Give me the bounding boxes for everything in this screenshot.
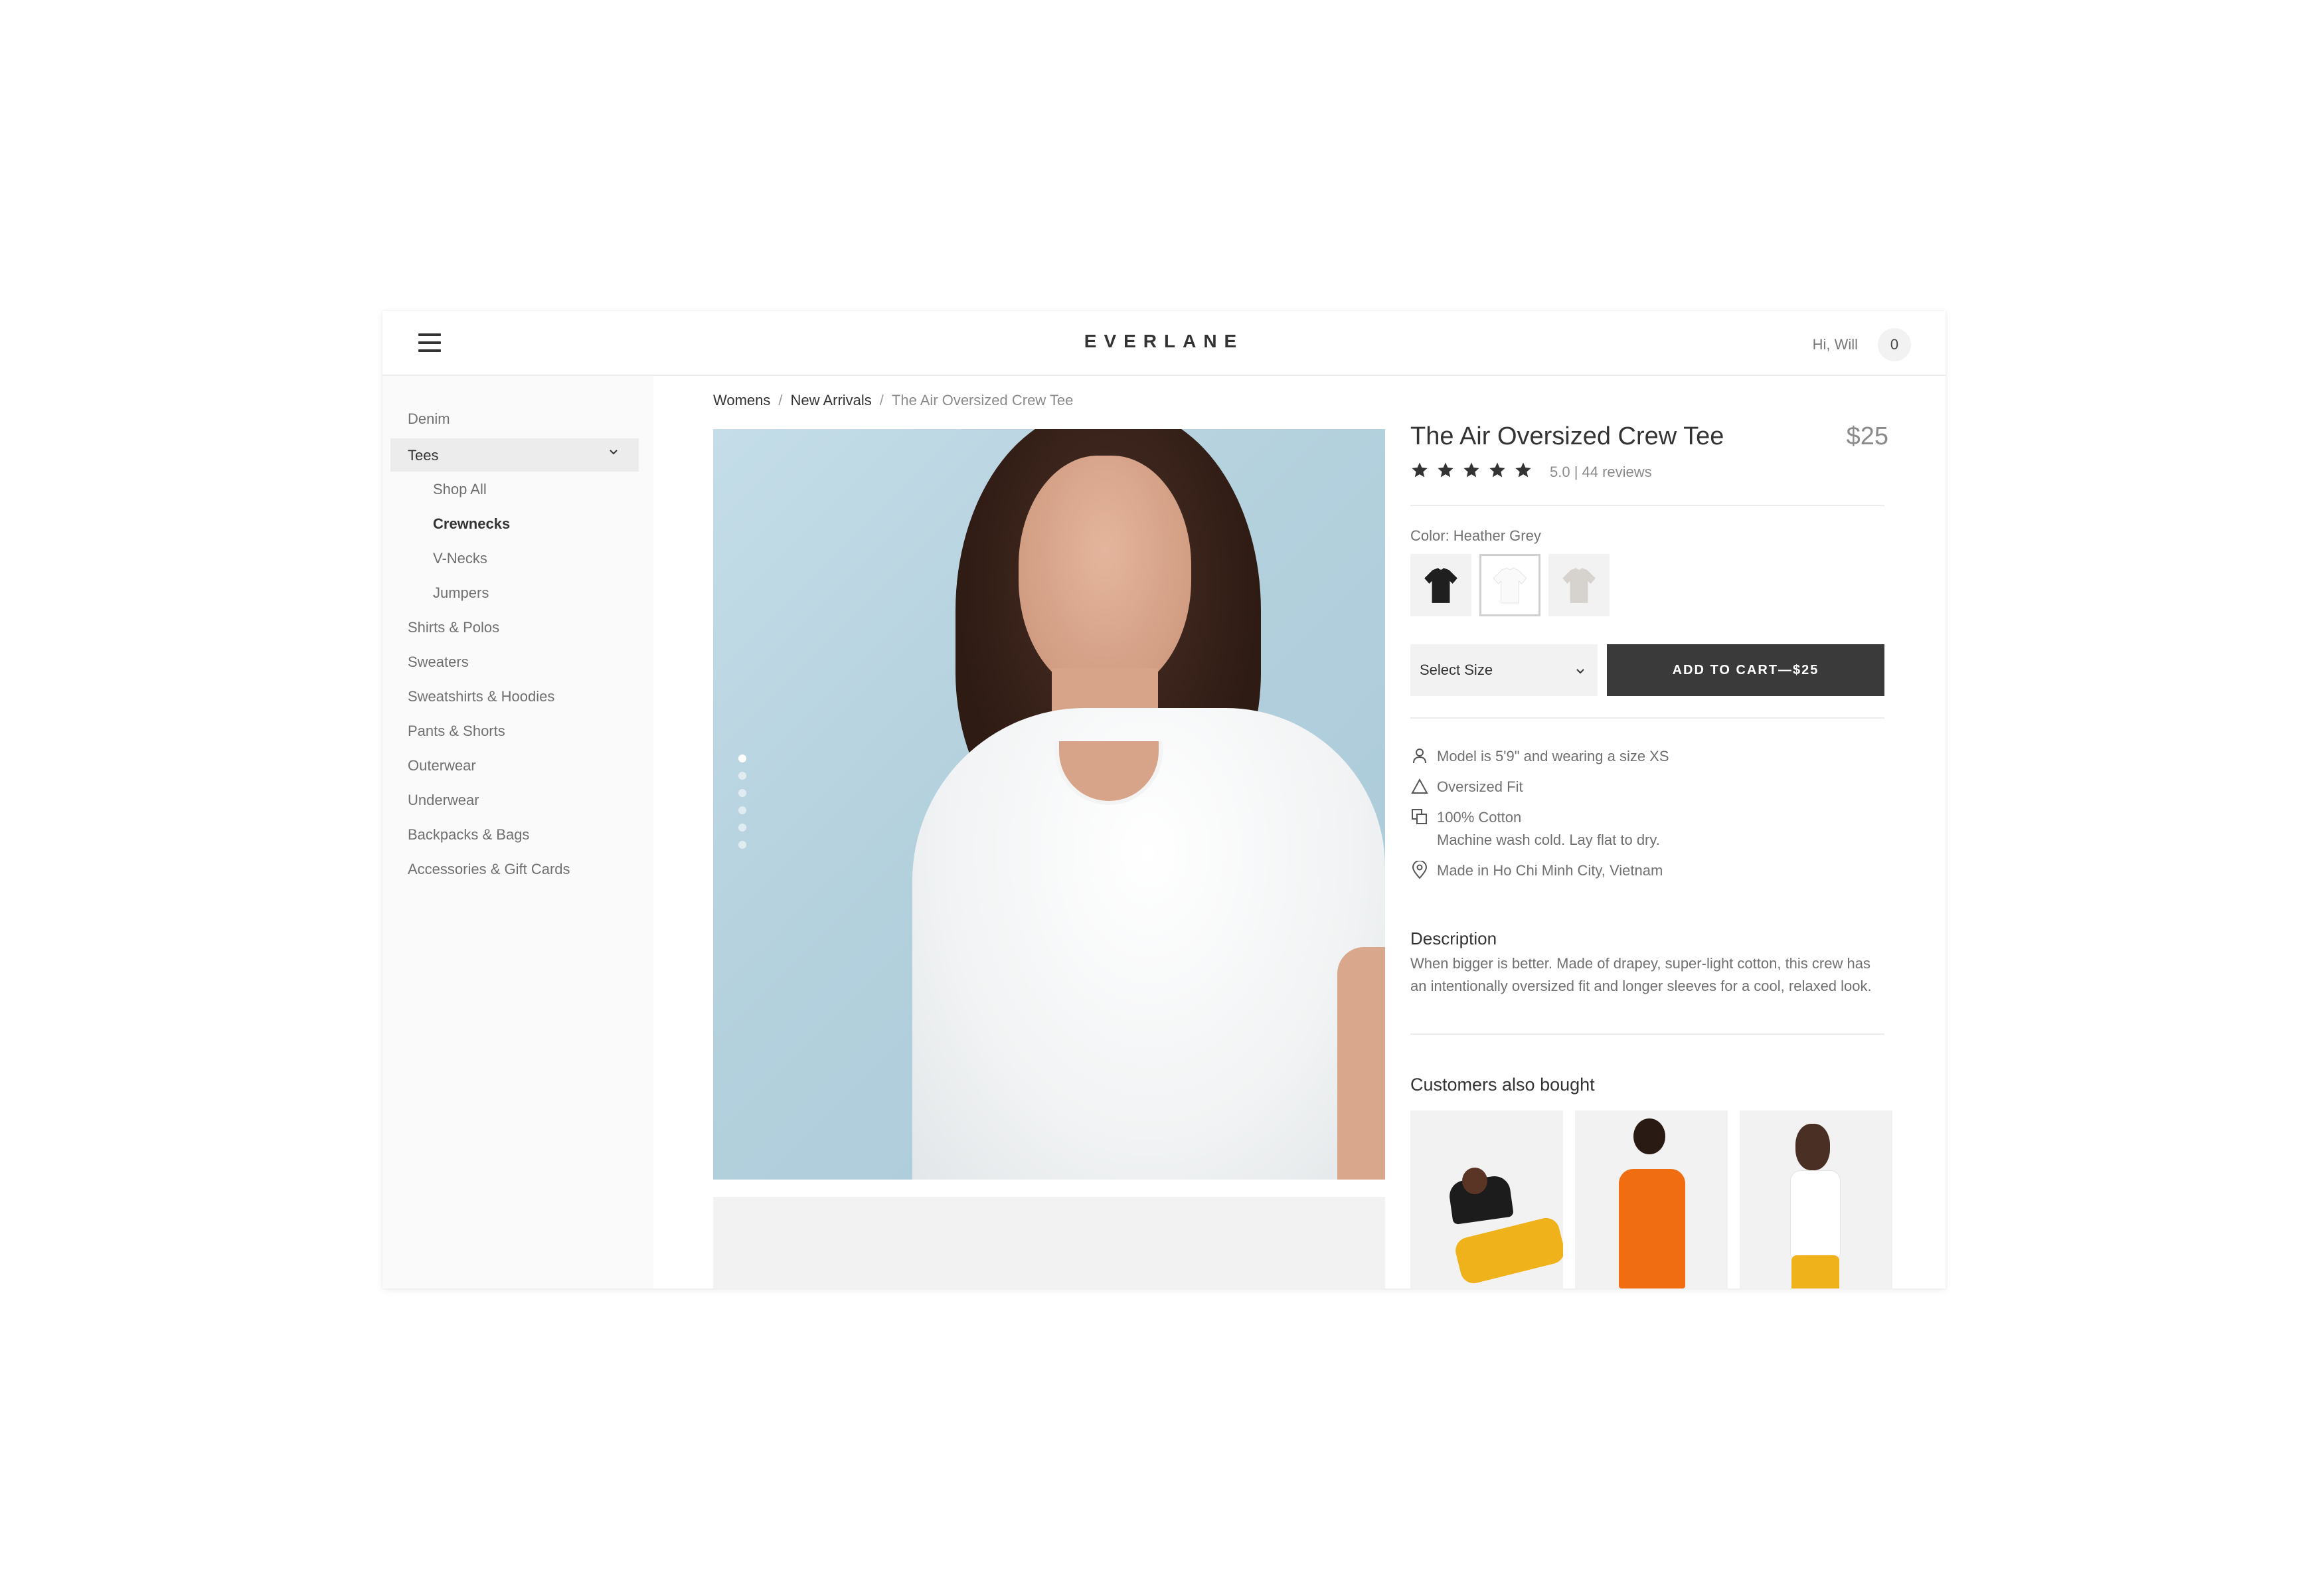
sidebar-item-label: Tees [408,447,439,464]
star-icon [1489,462,1505,478]
description-body: When bigger is better. Made of drapey, s… [1410,955,1872,994]
also-bought-item[interactable] [1575,1110,1728,1288]
top-navigation-bar: EVERLANE Hi, Will 0 [382,311,1946,376]
also-bought-heading: Customers also bought [1410,1075,1595,1095]
star-icon [1438,462,1453,478]
triangle-fit-icon [1411,778,1428,794]
breadcrumb-new-arrivals[interactable]: New Arrivals [791,392,872,408]
model-face [1019,456,1191,695]
breadcrumb-womens[interactable]: Womens [713,392,770,408]
person-icon [1413,749,1426,764]
star-icon [1515,462,1531,478]
breadcrumb-current: The Air Oversized Crew Tee [891,392,1074,408]
sidebar-item-shirts-polos[interactable]: Shirts & Polos [408,619,499,636]
add-to-cart-button[interactable]: ADD TO CART—$25 [1607,644,1884,696]
color-label: Color: Heather Grey [1410,527,1541,544]
category-sidebar: Denim Tees Shop All Crewnecks V-Necks Ju… [382,376,653,1288]
sidebar-item-v-necks[interactable]: V-Necks [433,550,487,567]
detail-fit: Oversized Fit [1437,778,1523,795]
product-price: $25 [1846,422,1888,450]
description-heading: Description [1410,929,1497,948]
sidebar-item-jumpers[interactable]: Jumpers [433,584,489,602]
detail-model-size: Model is 5'9" and wearing a size XS [1437,748,1669,764]
gallery-dot[interactable] [738,824,746,832]
sidebar-item-backpacks-bags[interactable]: Backpacks & Bags [408,826,529,843]
sidebar-item-shop-all[interactable]: Shop All [433,481,487,498]
breadcrumb-separator: / [879,392,884,408]
product-secondary-image[interactable] [713,1197,1385,1288]
gallery-dot[interactable] [738,772,746,780]
recommended-head [1462,1168,1487,1194]
recommended-bottom [1791,1255,1839,1288]
breadcrumb-separator: / [778,392,783,408]
grey-tee-thumbnail [1562,568,1596,603]
cart-button[interactable]: 0 [1878,328,1911,361]
product-title: The Air Oversized Crew Tee [1410,422,1724,450]
location-pin-icon [1412,861,1428,879]
white-tee-thumbnail [1493,567,1527,604]
recommended-top [1790,1170,1841,1258]
size-select[interactable]: Select Size [1410,644,1598,696]
also-bought-item[interactable] [1410,1110,1563,1288]
sidebar-item-outerwear[interactable]: Outerwear [408,757,476,774]
gallery-dot[interactable] [738,806,746,814]
product-main-image[interactable] [713,429,1385,1180]
sidebar-item-crewnecks[interactable]: Crewnecks [433,515,510,533]
brand-logo[interactable]: EVERLANE [382,331,1946,352]
gallery-pagination [738,754,748,858]
chevron-down-icon [610,450,618,455]
detail-material: 100% Cotton [1437,809,1522,826]
browser-window: EVERLANE Hi, Will 0 Denim Tees Shop All … [382,311,1946,1288]
swatch-black[interactable] [1410,554,1471,616]
detail-origin: Made in Ho Chi Minh City, Vietnam [1437,862,1663,879]
also-bought-item[interactable] [1740,1110,1892,1288]
recommended-head [1633,1118,1665,1154]
fabric-icon [1412,809,1427,824]
gallery-dot[interactable] [738,841,746,849]
model-arm [1337,947,1385,1180]
sidebar-item-pants-shorts[interactable]: Pants & Shorts [408,723,505,740]
swatch-white[interactable] [1479,554,1540,616]
sidebar-item-underwear[interactable]: Underwear [408,792,479,809]
sidebar-item-denim[interactable]: Denim [408,410,450,428]
sidebar-item-sweaters[interactable]: Sweaters [408,654,469,671]
recommended-top [1619,1169,1685,1288]
account-greeting[interactable]: Hi, Will [1813,336,1858,353]
gallery-dot[interactable] [738,754,746,762]
black-tee-thumbnail [1424,568,1457,603]
divider [1410,717,1884,719]
rating-summary[interactable]: 5.0 | 44 reviews [1550,464,1652,481]
gallery-dot[interactable] [738,789,746,797]
sidebar-item-accessories-gift-cards[interactable]: Accessories & Gift Cards [408,861,570,878]
divider [1410,1033,1884,1035]
sidebar-item-sweatshirts-hoodies[interactable]: Sweatshirts & Hoodies [408,688,554,705]
star-icon [1412,462,1428,478]
rating-stars[interactable] [1410,461,1540,481]
sidebar-item-tees[interactable]: Tees [390,438,639,472]
detail-care: Machine wash cold. Lay flat to dry. [1437,832,1660,848]
recommended-head [1795,1124,1830,1170]
divider [1410,505,1884,506]
recommended-bottom [1452,1215,1563,1286]
swatch-heather-grey[interactable] [1548,554,1610,616]
chevron-down-icon [1576,669,1584,674]
breadcrumb: Womens / New Arrivals / The Air Oversized Cr… [713,392,1073,409]
star-icon [1463,462,1479,478]
size-select-value: Select Size [1420,662,1493,678]
